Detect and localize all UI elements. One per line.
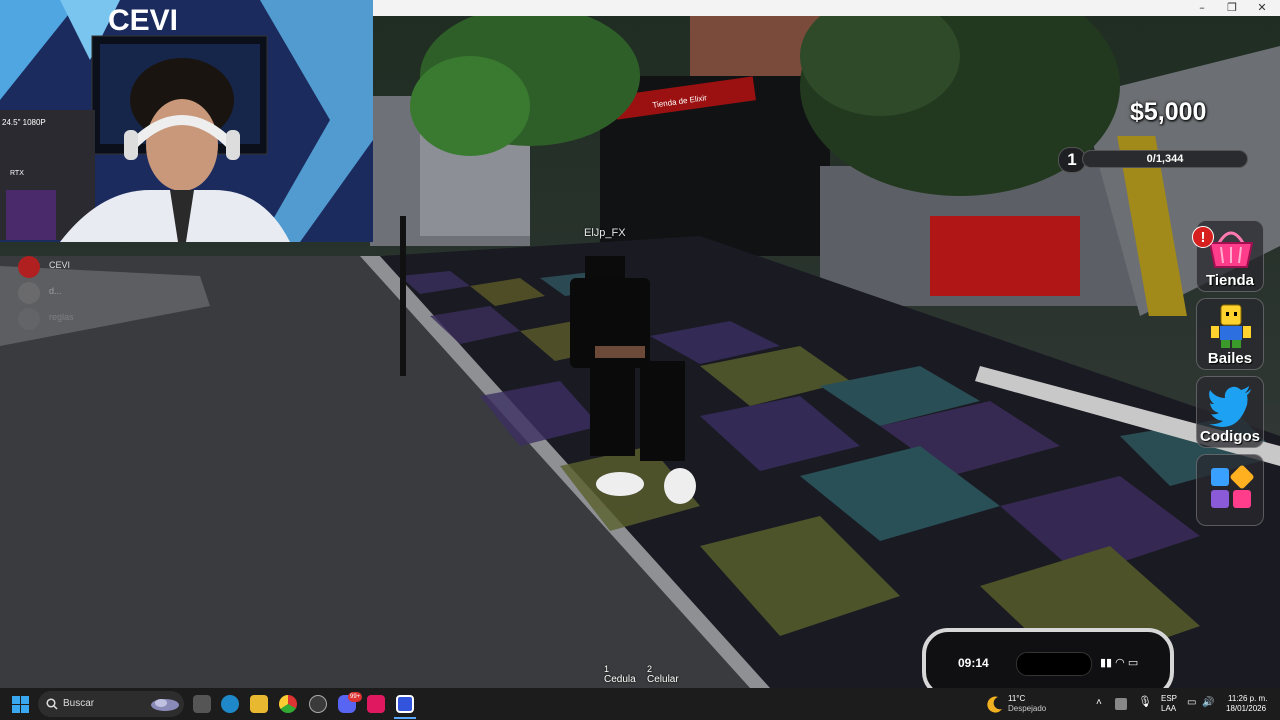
file-explorer-icon[interactable] bbox=[250, 695, 268, 713]
stream-chat-overlay: CEVI d... reglas bbox=[0, 250, 230, 330]
dancing-character-icon bbox=[1211, 304, 1251, 348]
codigos-label: Codigos bbox=[1200, 428, 1260, 445]
avatar bbox=[18, 308, 40, 330]
webcam-brand-text: CEVI bbox=[108, 4, 178, 37]
hotbar-slot-cedula[interactable]: 1 Cedula bbox=[604, 664, 636, 685]
task-view-icon[interactable] bbox=[193, 695, 211, 713]
weather-temperature: 11°C bbox=[1008, 694, 1026, 703]
microphone-icon[interactable]: 🎙 bbox=[1138, 697, 1152, 708]
language-code[interactable]: ESP bbox=[1161, 694, 1177, 704]
weather-description: Despejado bbox=[1008, 704, 1047, 713]
gpu-box-text: RTX bbox=[10, 170, 24, 177]
windows-start-icon[interactable] bbox=[12, 696, 29, 713]
roblox-icon[interactable] bbox=[396, 695, 414, 713]
bailes-label: Bailes bbox=[1207, 350, 1253, 367]
chat-username: d... bbox=[49, 286, 62, 296]
clock-time[interactable]: 11:26 p. m. bbox=[1228, 694, 1267, 704]
monitor-spec-text: 24.5" 1080P bbox=[2, 118, 46, 127]
chat-username: CEVI bbox=[49, 260, 71, 270]
shopping-basket-icon bbox=[1208, 231, 1254, 268]
hotbar-label: Cedula bbox=[604, 674, 636, 685]
network-icon[interactable]: ▭ bbox=[1187, 698, 1196, 708]
twitter-bird-icon bbox=[1209, 386, 1251, 427]
codigos-button[interactable]: Codigos bbox=[1196, 376, 1264, 448]
avatar bbox=[18, 256, 40, 278]
moon-weather-icon bbox=[987, 696, 1002, 713]
phone-time: 09:14 bbox=[958, 656, 989, 670]
obs-studio-icon[interactable] bbox=[309, 695, 327, 713]
keyboard-layout[interactable]: LAA bbox=[1161, 704, 1176, 714]
chrome-icon[interactable] bbox=[279, 695, 297, 713]
hotbar-label: Celular bbox=[647, 674, 679, 685]
edge-browser-icon[interactable] bbox=[221, 695, 239, 713]
xp-progress-bar: 0/1,344 bbox=[1082, 150, 1248, 168]
hotbar-key: 1 bbox=[604, 664, 610, 674]
xp-progress-text: 0/1,344 bbox=[1146, 153, 1184, 165]
active-app-indicator bbox=[394, 717, 416, 719]
chevron-up-icon[interactable]: ˄ bbox=[1096, 698, 1102, 708]
clock-date[interactable]: 18/01/2026 bbox=[1226, 704, 1266, 714]
grid-menu-icon bbox=[1211, 465, 1254, 508]
tienda-alert-badge: ! bbox=[1192, 226, 1214, 248]
menu-grid-button[interactable] bbox=[1196, 454, 1264, 526]
search-icon bbox=[46, 698, 58, 710]
red-wall bbox=[930, 216, 1080, 296]
windows-taskbar: Buscar 99+ 11°C Despejado ˄ 🎙 ESP LAA ▭ … bbox=[0, 688, 1280, 720]
hotbar-key: 2 bbox=[647, 664, 653, 674]
player-nametag: ElJp_FX bbox=[584, 227, 626, 239]
bailes-button[interactable]: Bailes bbox=[1196, 298, 1264, 370]
search-highlight-icon bbox=[151, 699, 179, 711]
webcam-feed: CEVI 24.5" 1080P RTX bbox=[0, 0, 373, 242]
hotbar-slot-celular[interactable]: 2 Celular bbox=[647, 664, 679, 685]
tray-app-icon[interactable] bbox=[1115, 698, 1127, 710]
phone-status-icons: ▮▮ ◠ ▭ bbox=[1100, 657, 1139, 669]
window-titlebar: – ❐ ✕ bbox=[373, 0, 1280, 16]
notification-badge: 99+ bbox=[348, 692, 363, 702]
webcam-overlay: CEVI 24.5" 1080P RTX bbox=[0, 0, 373, 242]
phone-dynamic-island bbox=[1016, 652, 1092, 676]
maximize-button[interactable]: ❐ bbox=[1217, 0, 1247, 16]
volume-icon[interactable]: 🔊 bbox=[1202, 698, 1214, 708]
close-button[interactable]: ✕ bbox=[1247, 0, 1277, 16]
tiktok-icon[interactable] bbox=[367, 695, 385, 713]
in-game-phone[interactable]: 09:14 ▮▮ ◠ ▭ bbox=[922, 628, 1174, 688]
avatar bbox=[18, 282, 40, 304]
minimize-button[interactable]: – bbox=[1187, 0, 1217, 16]
search-placeholder: Buscar bbox=[63, 698, 95, 709]
taskbar-search-box[interactable]: Buscar bbox=[38, 691, 184, 717]
chat-username: reglas bbox=[49, 312, 74, 322]
tienda-label: Tienda bbox=[1205, 272, 1255, 289]
money-display: $5,000 bbox=[1130, 98, 1207, 126]
